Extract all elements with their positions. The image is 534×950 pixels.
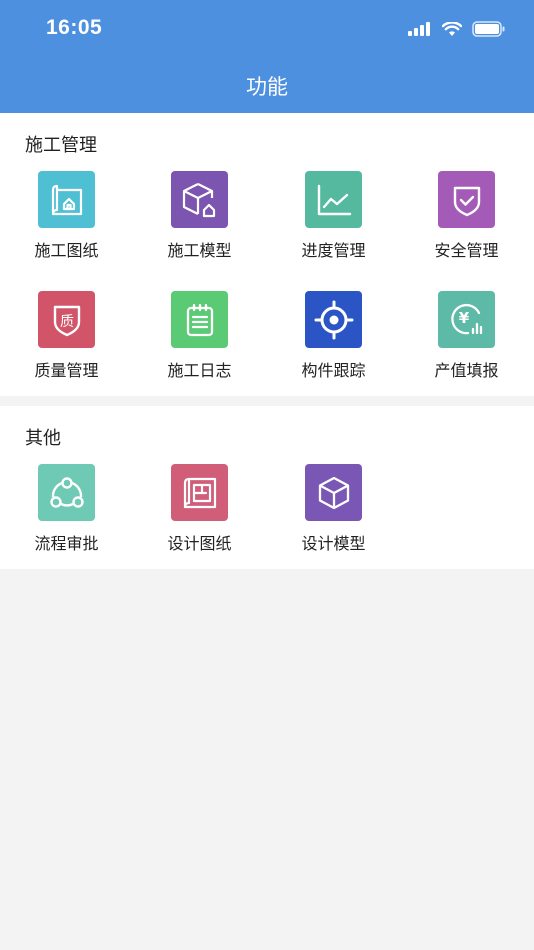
status-time: 16:05 [46, 16, 103, 39]
cube-house-icon [171, 171, 228, 228]
target-icon [305, 291, 362, 348]
tile-label: 构件跟踪 [301, 361, 366, 380]
tile-workflow-approval[interactable]: 流程审批 [0, 464, 133, 574]
blueprint-house-icon [38, 171, 95, 228]
tile-design-drawings[interactable]: 设计图纸 [133, 464, 266, 574]
cellular-signal-icon [408, 22, 430, 36]
tile-safety-management[interactable]: 安全管理 [400, 171, 533, 281]
yuan-chart-icon: ¥ [438, 291, 495, 348]
battery-icon [472, 21, 505, 37]
tile-label: 进度管理 [301, 241, 366, 260]
tile-output-value-report[interactable]: ¥ 产值填报 [400, 291, 533, 401]
app-header: 16:05 功能 [0, 0, 534, 113]
tile-label: 安全管理 [434, 241, 499, 260]
workflow-icon [38, 464, 95, 521]
tile-label: 施工图纸 [34, 241, 99, 260]
page-title: 功能 [246, 75, 288, 99]
floorplan-icon [171, 464, 228, 521]
tile-label: 设计图纸 [167, 534, 232, 553]
tile-construction-drawings[interactable]: 施工图纸 [0, 171, 133, 281]
tile-label: 施工日志 [167, 361, 232, 380]
section-title: 施工管理 [25, 135, 97, 156]
notebook-icon [171, 291, 228, 348]
quality-shield-icon: 质 [38, 291, 95, 348]
line-chart-icon [305, 171, 362, 228]
tile-label: 流程审批 [34, 534, 99, 553]
tile-progress-management[interactable]: 进度管理 [267, 171, 400, 281]
section-other: 其他 流程审批 设计图纸 设计模型 [0, 406, 534, 569]
status-icons [408, 20, 506, 38]
tile-label: 施工模型 [167, 241, 232, 260]
shield-check-icon [438, 171, 495, 228]
wifi-icon [442, 21, 462, 36]
yuan-glyph: ¥ [458, 309, 469, 327]
tile-label: 产值填报 [434, 361, 499, 380]
tile-quality-management[interactable]: 质 质量管理 [0, 291, 133, 401]
quality-glyph: 质 [60, 314, 74, 330]
section-construction-management: 施工管理 施工图纸 施工模型 进度管理 安全管理 质 质量管理 施工日志 构件跟… [0, 113, 534, 396]
section-title: 其他 [25, 428, 61, 449]
tile-construction-log[interactable]: 施工日志 [133, 291, 266, 401]
tile-design-model[interactable]: 设计模型 [267, 464, 400, 574]
tile-component-tracking[interactable]: 构件跟踪 [267, 291, 400, 401]
cube-icon [305, 464, 362, 521]
tile-construction-model[interactable]: 施工模型 [133, 171, 266, 281]
tile-label: 质量管理 [34, 361, 99, 380]
tile-label: 设计模型 [301, 534, 366, 553]
